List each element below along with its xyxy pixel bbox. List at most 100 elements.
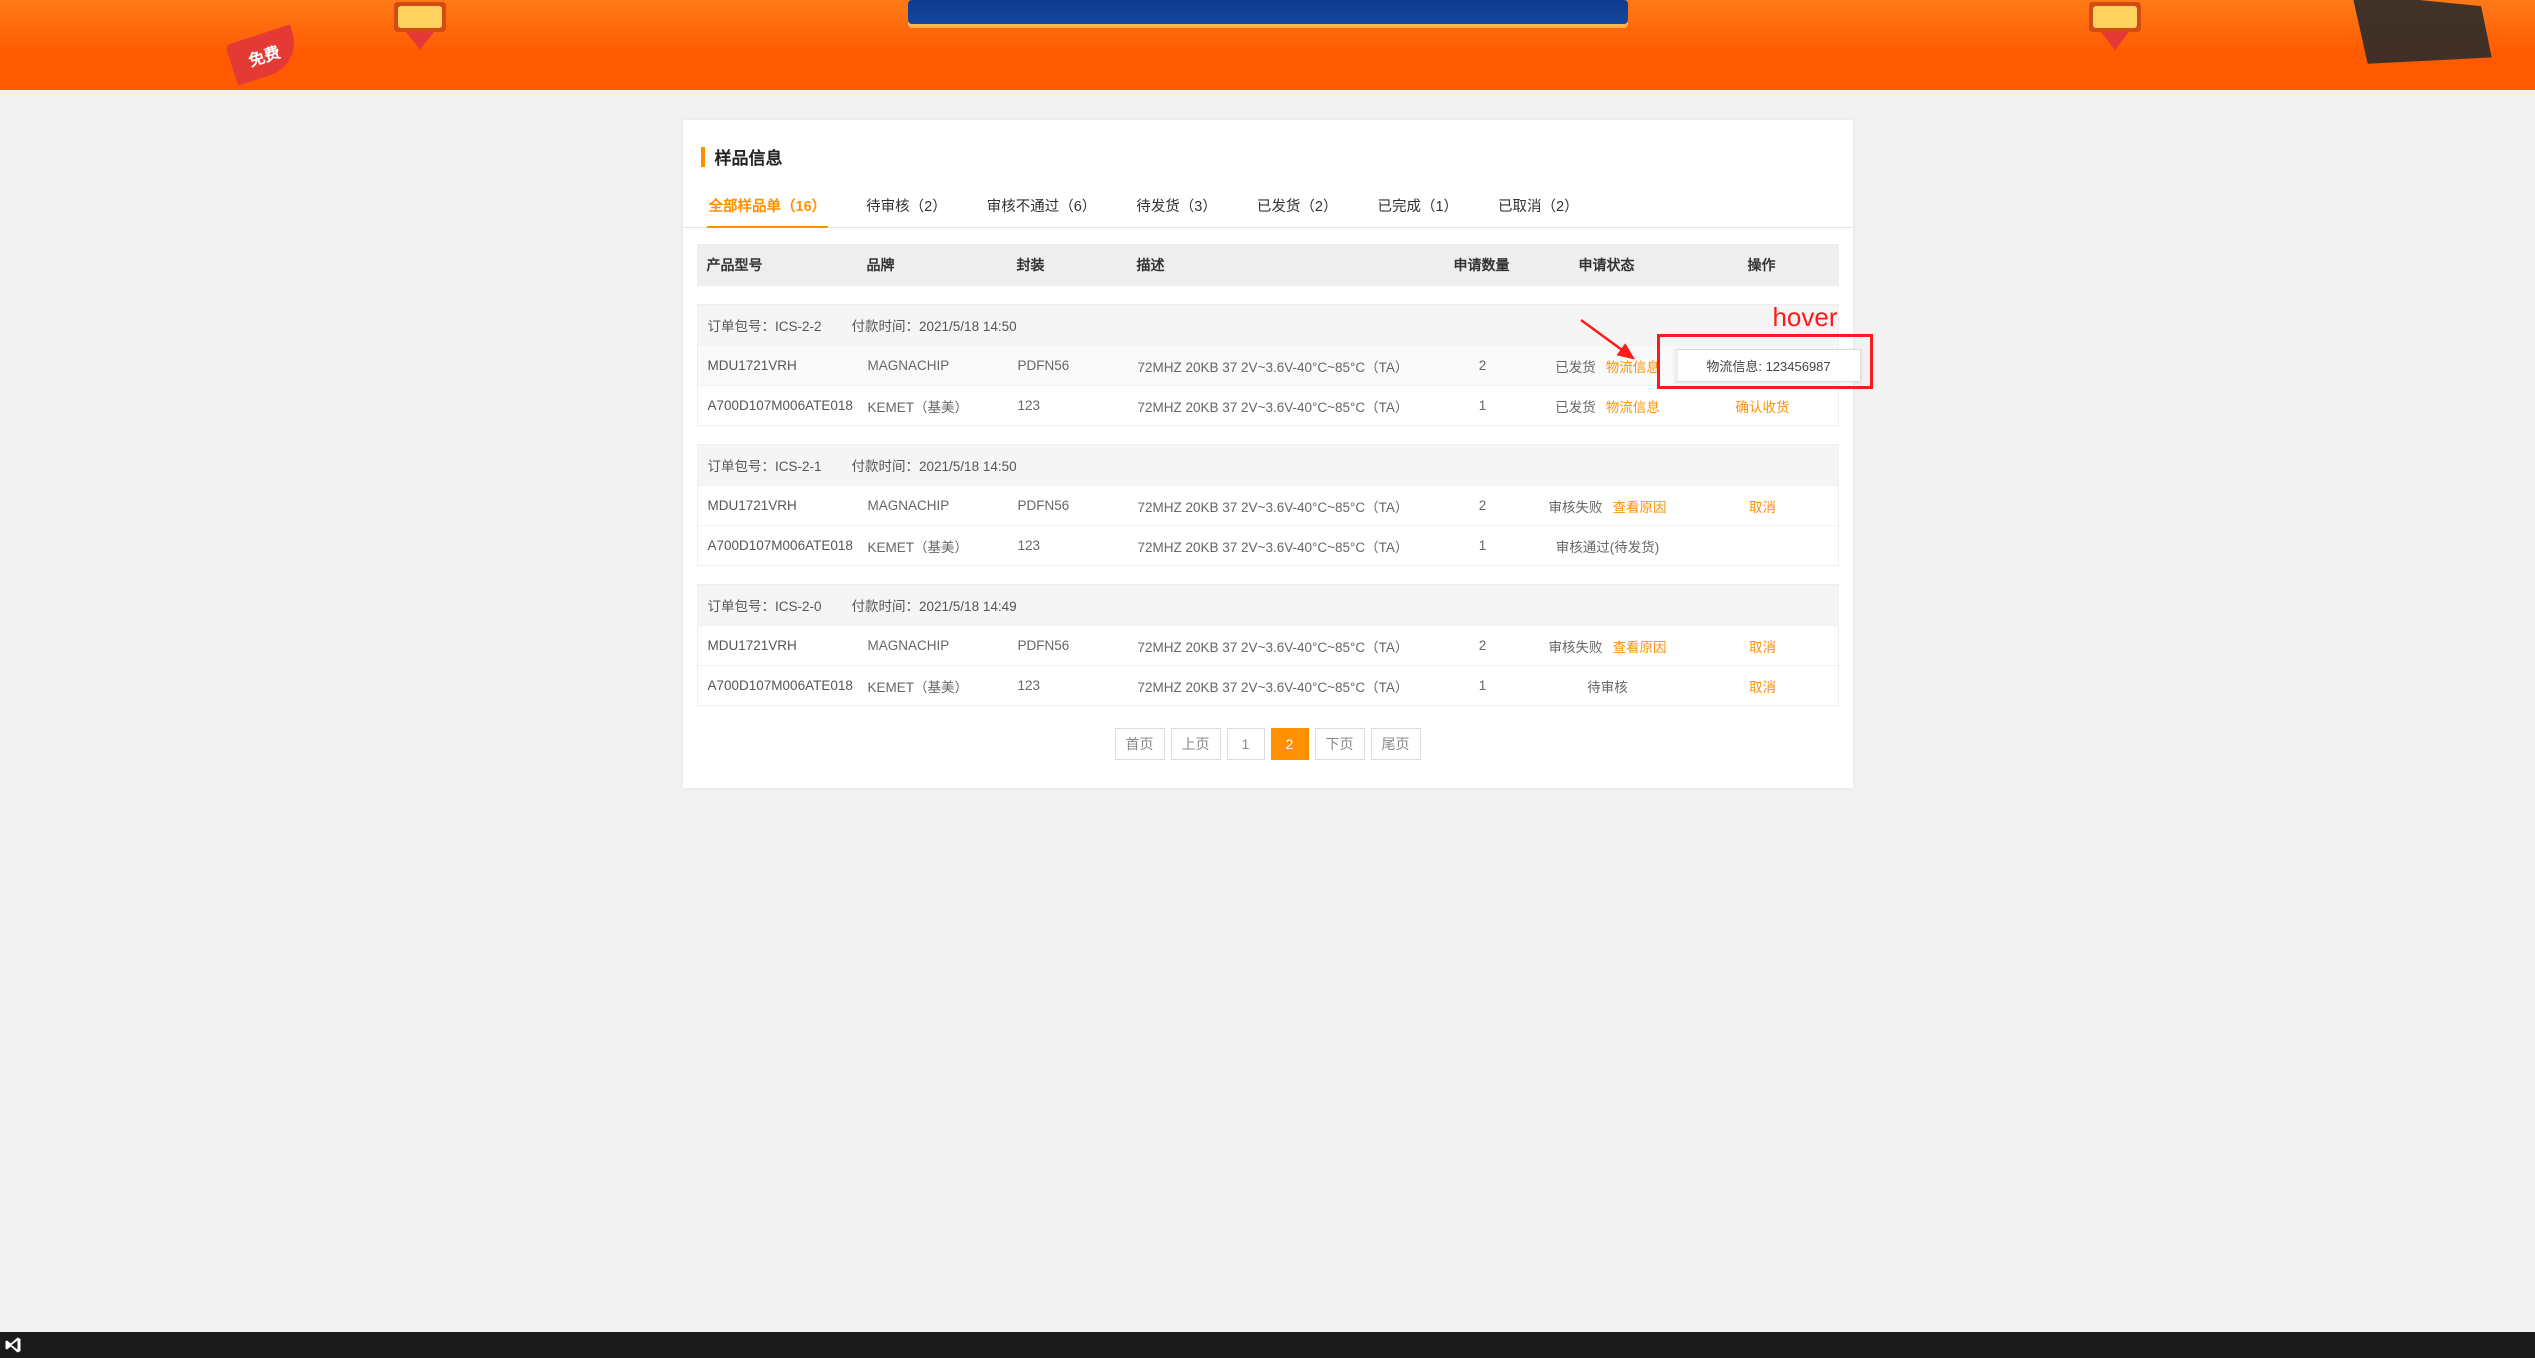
cell-desc: 72MHZ 20KB 37 2V~3.6V-40°C~85°C（TA） xyxy=(1138,536,1428,556)
visual-studio-icon[interactable] xyxy=(0,1332,26,1358)
pay-time-value: 2021/5/18 14:50 xyxy=(919,459,1017,474)
title-accent-bar xyxy=(701,147,705,167)
status-link[interactable]: 物流信息 xyxy=(1606,360,1660,375)
order-group: 订单包号：ICS-2-0 付款时间：2021/5/18 14:49 MDU1721V… xyxy=(697,584,1839,706)
cell-status: 已发货物流信息 xyxy=(1538,396,1678,416)
card-title: 样品信息 xyxy=(683,120,1853,179)
cell-model: A700D107M006ATE018 xyxy=(708,398,868,413)
th-op: 操作 xyxy=(1677,255,1847,275)
order-group: 订单包号：ICS-2-1 付款时间：2021/5/18 14:50 MDU1721V… xyxy=(697,444,1839,566)
status-link[interactable]: 物流信息 xyxy=(1606,400,1660,415)
table-row: MDU1721VRHMAGNACHIPPDFN5672MHZ 20KB 37 2… xyxy=(698,625,1838,665)
pay-time-value: 2021/5/18 14:50 xyxy=(919,319,1017,334)
cell-brand: MAGNACHIP xyxy=(868,638,1018,653)
sample-info-card: 样品信息 全部样品单（16） 待审核（2） 审核不通过（6） 待发货（3） 已发货（2）… xyxy=(683,120,1853,788)
cell-desc: 72MHZ 20KB 37 2V~3.6V-40°C~85°C（TA） xyxy=(1138,396,1428,416)
status-link[interactable]: 查看原因 xyxy=(1613,640,1667,655)
card-title-text: 样品信息 xyxy=(715,144,783,169)
cell-model: MDU1721VRH xyxy=(708,498,868,513)
th-desc: 描述 xyxy=(1137,255,1427,275)
table-row: MDU1721VRHMAGNACHIPPDFN5672MHZ 20KB 37 2… xyxy=(698,485,1838,525)
cell-op[interactable]: 取消 xyxy=(1678,496,1848,516)
cell-qty: 1 xyxy=(1428,538,1538,553)
status-link[interactable]: 查看原因 xyxy=(1613,500,1667,515)
cell-pkg: 123 xyxy=(1018,678,1138,693)
cell-model: A700D107M006ATE018 xyxy=(708,678,868,693)
th-brand: 品牌 xyxy=(867,255,1017,275)
cell-brand: KEMET（基美） xyxy=(868,396,1018,416)
cell-desc: 72MHZ 20KB 37 2V~3.6V-40°C~85°C（TA） xyxy=(1138,356,1428,376)
page-prev[interactable]: 上页 xyxy=(1171,728,1221,760)
pay-time-label: 付款时间：2021/5/18 14:50 xyxy=(852,455,1017,475)
page-first[interactable]: 首页 xyxy=(1115,728,1165,760)
cell-brand: KEMET（基美） xyxy=(868,676,1018,696)
tab-2[interactable]: 审核不通过（6） xyxy=(985,185,1099,228)
th-qty: 申请数量 xyxy=(1427,255,1537,275)
cell-pkg: PDFN56 xyxy=(1018,358,1138,373)
table-row: A700D107M006ATE018KEMET（基美）12372MHZ 20KB… xyxy=(698,665,1838,705)
page-number[interactable]: 1 xyxy=(1227,728,1265,760)
cell-model: A700D107M006ATE018 xyxy=(708,538,868,553)
order-no-label: 订单包号：ICS-2-2 xyxy=(708,315,822,335)
cell-qty: 1 xyxy=(1428,398,1538,413)
cell-qty: 2 xyxy=(1428,498,1538,513)
tab-3[interactable]: 待发货（3） xyxy=(1134,185,1219,228)
cell-op[interactable]: 取消 xyxy=(1678,636,1848,656)
order-group-header: 订单包号：ICS-2-1 付款时间：2021/5/18 14:50 xyxy=(698,445,1838,485)
cell-status: 审核通过(待发货) xyxy=(1538,536,1678,556)
promo-banner: 免费 xyxy=(0,0,2535,90)
free-ribbon: 免费 xyxy=(225,25,303,86)
cell-op[interactable]: 确认收货 xyxy=(1678,396,1848,416)
cell-qty: 1 xyxy=(1428,678,1538,693)
order-group-header: 订单包号：ICS-2-2 付款时间：2021/5/18 14:50 xyxy=(698,305,1838,345)
tab-5[interactable]: 已完成（1） xyxy=(1375,185,1460,228)
table-header: 产品型号 品牌 封装 描述 申请数量 申请状态 操作 xyxy=(697,244,1839,286)
cell-status: 审核失败查看原因 xyxy=(1538,636,1678,656)
pay-time-label: 付款时间：2021/5/18 14:50 xyxy=(852,315,1017,335)
tab-0[interactable]: 全部样品单（16） xyxy=(707,185,829,228)
order-no-value: ICS-2-2 xyxy=(775,319,822,334)
cell-model: MDU1721VRH xyxy=(708,638,868,653)
cell-pkg: 123 xyxy=(1018,538,1138,553)
table-row: A700D107M006ATE018KEMET（基美）12372MHZ 20KB… xyxy=(698,525,1838,565)
order-no-value: ICS-2-0 xyxy=(775,599,822,614)
cell-brand: MAGNACHIP xyxy=(868,358,1018,373)
cell-brand: KEMET（基美） xyxy=(868,536,1018,556)
cell-status: 审核失败查看原因 xyxy=(1538,496,1678,516)
page-next[interactable]: 下页 xyxy=(1315,728,1365,760)
cell-pkg: PDFN56 xyxy=(1018,638,1138,653)
cell-status: 已发货物流信息 xyxy=(1538,356,1678,376)
page-last[interactable]: 尾页 xyxy=(1371,728,1421,760)
annotation-label: hover xyxy=(1772,302,1837,333)
pagination: 首页 上页 12 下页 尾页 xyxy=(683,728,1853,760)
tab-1[interactable]: 待审核（2） xyxy=(864,185,949,228)
th-pkg: 封装 xyxy=(1017,255,1137,275)
shipping-tooltip: 物流信息: 123456987 xyxy=(1675,349,1861,382)
order-no-value: ICS-2-1 xyxy=(775,459,822,474)
status-tabs: 全部样品单（16） 待审核（2） 审核不通过（6） 待发货（3） 已发货（2） 已完成（1… xyxy=(683,179,1853,228)
table-row: A700D107M006ATE018KEMET（基美）12372MHZ 20KB… xyxy=(698,385,1838,425)
order-no-label: 订单包号：ICS-2-0 xyxy=(708,595,822,615)
pay-time-label: 付款时间：2021/5/18 14:49 xyxy=(852,595,1017,615)
cell-desc: 72MHZ 20KB 37 2V~3.6V-40°C~85°C（TA） xyxy=(1138,636,1428,656)
cell-desc: 72MHZ 20KB 37 2V~3.6V-40°C~85°C（TA） xyxy=(1138,676,1428,696)
cell-qty: 2 xyxy=(1428,358,1538,373)
banner-title-bar xyxy=(908,0,1628,28)
cell-qty: 2 xyxy=(1428,638,1538,653)
th-model: 产品型号 xyxy=(707,255,867,275)
order-group: 订单包号：ICS-2-2 付款时间：2021/5/18 14:50 MDU1721V… xyxy=(697,304,1839,426)
medal-left-icon xyxy=(388,0,452,57)
cell-status: 待审核 xyxy=(1538,676,1678,696)
th-status: 申请状态 xyxy=(1537,255,1677,275)
product-silhouette-icon xyxy=(2338,0,2501,89)
tab-4[interactable]: 已发货（2） xyxy=(1255,185,1340,228)
page-number[interactable]: 2 xyxy=(1271,728,1309,760)
order-group-header: 订单包号：ICS-2-0 付款时间：2021/5/18 14:49 xyxy=(698,585,1838,625)
cell-pkg: 123 xyxy=(1018,398,1138,413)
order-no-label: 订单包号：ICS-2-1 xyxy=(708,455,822,475)
pay-time-value: 2021/5/18 14:49 xyxy=(919,599,1017,614)
cell-model: MDU1721VRH xyxy=(708,358,868,373)
tab-6[interactable]: 已取消（2） xyxy=(1496,185,1581,228)
table-row: MDU1721VRHMAGNACHIPPDFN5672MHZ 20KB 37 2… xyxy=(698,345,1838,385)
cell-op[interactable]: 取消 xyxy=(1678,676,1848,696)
